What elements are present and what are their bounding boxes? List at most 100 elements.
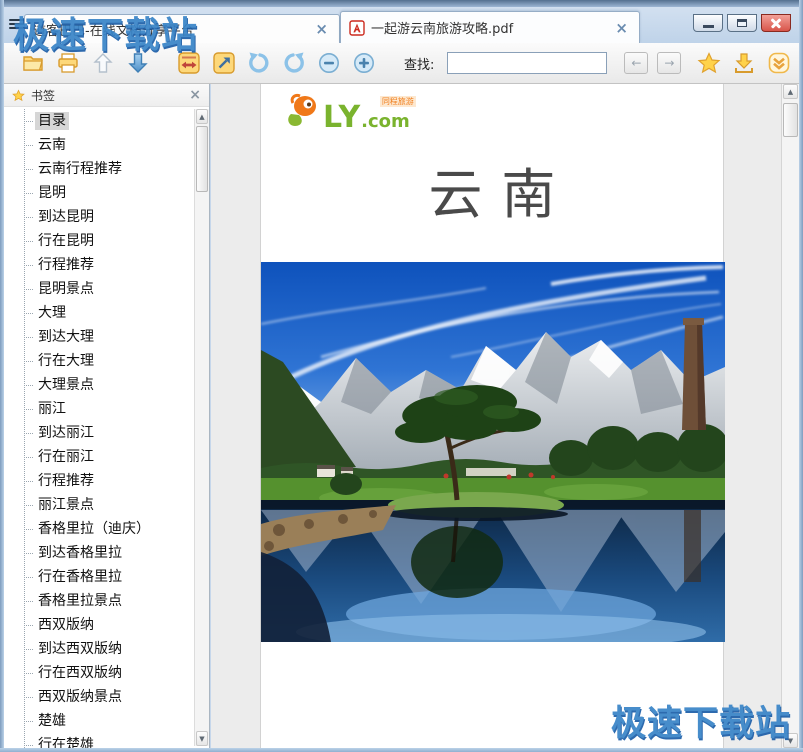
- close-button[interactable]: [761, 14, 791, 32]
- bookmark-label: 到达西双版纳: [35, 640, 125, 658]
- rotate-right-button[interactable]: [281, 50, 307, 76]
- document-scrollbar[interactable]: ▲ ▼: [781, 84, 799, 748]
- logo-brand: LY: [323, 104, 361, 131]
- bookmark-label: 西双版纳: [35, 616, 97, 634]
- bookmark-item[interactable]: 香格里拉（迪庆）: [4, 517, 193, 541]
- bookmark-label: 行在楚雄: [35, 736, 97, 748]
- tab-pdf-active[interactable]: 一起游云南旅游攻略.pdf ×: [340, 11, 640, 43]
- tab-close-icon[interactable]: ×: [312, 20, 331, 38]
- triangle-down-icon: ▼: [788, 737, 793, 745]
- logo-text: LY .com 同程旅游: [323, 94, 410, 131]
- bookmark-item[interactable]: 到达大理: [4, 325, 193, 349]
- bookmark-label: 香格里拉（迪庆）: [35, 520, 153, 538]
- bookmark-label: 目录: [35, 112, 69, 130]
- toolbar: 查找: ← → 1 / 99: [4, 43, 799, 84]
- bookmark-label: 行在西双版纳: [35, 664, 125, 682]
- bookmark-label: 到达大理: [35, 328, 97, 346]
- fit-width-button[interactable]: [176, 50, 202, 76]
- bookmark-label: 云南: [35, 136, 69, 154]
- bookmark-item[interactable]: 云南行程推荐: [4, 157, 193, 181]
- tab-document-site[interactable]: 道客巴巴-在线文档分享平台 ×: [24, 14, 340, 43]
- bookmark-list: 目录云南云南行程推荐昆明到达昆明行在昆明行程推荐昆明景点大理到达大理行在大理大理…: [4, 109, 193, 748]
- double-chevron-down-icon: [767, 51, 791, 75]
- bookmark-item[interactable]: 行程推荐: [4, 469, 193, 493]
- logo-suffix: .com: [361, 113, 410, 131]
- favorite-button[interactable]: [696, 50, 722, 76]
- bookmark-item[interactable]: 楚雄: [4, 709, 193, 733]
- download-button[interactable]: [731, 50, 757, 76]
- bookmark-label: 昆明: [35, 184, 69, 202]
- bookmark-label: 丽江景点: [35, 496, 97, 514]
- restore-button[interactable]: [727, 14, 757, 32]
- lycom-logo: LY .com 同程旅游: [281, 93, 410, 131]
- bookmark-item[interactable]: 到达香格里拉: [4, 541, 193, 565]
- arrow-left-icon: ←: [631, 56, 641, 70]
- bookmark-label: 云南行程推荐: [35, 160, 125, 178]
- rotate-cw-icon: [282, 51, 306, 75]
- bookmark-item[interactable]: 丽江: [4, 397, 193, 421]
- bookmark-item[interactable]: 云南: [4, 133, 193, 157]
- folder-open-icon: [21, 51, 45, 75]
- bookmark-item[interactable]: 行在昆明: [4, 229, 193, 253]
- print-button[interactable]: [55, 50, 81, 76]
- fit-width-icon: [177, 51, 201, 75]
- tab-close-icon[interactable]: ×: [612, 19, 631, 37]
- bookmark-label: 丽江: [35, 400, 69, 418]
- menu-icon[interactable]: [9, 19, 25, 32]
- document-area: LY .com 同程旅游 云南: [211, 84, 781, 748]
- bookmark-label: 到达昆明: [35, 208, 97, 226]
- bookmarks-scrollbar[interactable]: ▲ ▼: [194, 109, 209, 746]
- bookmark-item[interactable]: 大理: [4, 301, 193, 325]
- find-label: 查找:: [404, 54, 434, 73]
- minimize-button[interactable]: [693, 14, 723, 32]
- bookmark-item[interactable]: 昆明景点: [4, 277, 193, 301]
- next-page-button[interactable]: [125, 50, 151, 76]
- bookmark-item[interactable]: 丽江景点: [4, 493, 193, 517]
- bookmark-label: 楚雄: [35, 712, 69, 730]
- zoom-in-button[interactable]: [351, 50, 377, 76]
- scroll-down-button[interactable]: ▼: [196, 731, 208, 746]
- bookmarks-panel-body: 目录云南云南行程推荐昆明到达昆明行在昆明行程推荐昆明景点大理到达大理行在大理大理…: [4, 107, 209, 748]
- bookmark-item[interactable]: 到达昆明: [4, 205, 193, 229]
- bookmark-item[interactable]: 目录: [4, 109, 193, 133]
- bookmark-item[interactable]: 行在大理: [4, 349, 193, 373]
- window-frame-bottom: [0, 748, 803, 752]
- more-tools-button[interactable]: [766, 50, 792, 76]
- find-previous-button[interactable]: ←: [624, 52, 648, 74]
- find-input[interactable]: [447, 52, 607, 74]
- minimize-icon: [703, 25, 714, 28]
- triangle-up-icon: ▲: [199, 113, 204, 121]
- zoom-out-button[interactable]: [316, 50, 342, 76]
- download-icon: [732, 51, 756, 75]
- fit-page-icon: [212, 51, 236, 75]
- plus-circle-icon: [352, 51, 376, 75]
- bookmark-item[interactable]: 行在楚雄: [4, 733, 193, 748]
- bookmark-item[interactable]: 行在丽江: [4, 445, 193, 469]
- previous-page-button[interactable]: [90, 50, 116, 76]
- scrollbar-thumb[interactable]: [196, 126, 208, 192]
- scroll-up-button[interactable]: ▲: [783, 84, 798, 99]
- find-next-button[interactable]: →: [657, 52, 681, 74]
- panel-close-icon[interactable]: ×: [189, 87, 201, 103]
- bookmark-item[interactable]: 到达西双版纳: [4, 637, 193, 661]
- bookmark-item[interactable]: 行程推荐: [4, 253, 193, 277]
- scroll-down-button[interactable]: ▼: [783, 733, 798, 748]
- bookmark-item[interactable]: 行在香格里拉: [4, 565, 193, 589]
- bookmark-item[interactable]: 大理景点: [4, 373, 193, 397]
- fit-page-button[interactable]: [211, 50, 237, 76]
- window-frame-top: [0, 0, 803, 7]
- bookmark-item[interactable]: 西双版纳: [4, 613, 193, 637]
- rotate-left-button[interactable]: [246, 50, 272, 76]
- bookmark-label: 香格里拉景点: [35, 592, 125, 610]
- bookmark-label: 行在香格里拉: [35, 568, 125, 586]
- scrollbar-thumb[interactable]: [783, 103, 798, 137]
- open-file-button[interactable]: [20, 50, 46, 76]
- bookmarks-panel: 书签 × 目录云南云南行程推荐昆明到达昆明行在昆明行程推荐昆明景点大理到达大理行…: [4, 84, 210, 748]
- bookmark-item[interactable]: 到达丽江: [4, 421, 193, 445]
- bookmark-item[interactable]: 昆明: [4, 181, 193, 205]
- bookmark-label: 昆明景点: [35, 280, 97, 298]
- bookmark-item[interactable]: 西双版纳景点: [4, 685, 193, 709]
- scroll-up-button[interactable]: ▲: [196, 109, 208, 124]
- bookmark-item[interactable]: 香格里拉景点: [4, 589, 193, 613]
- bookmark-item[interactable]: 行在西双版纳: [4, 661, 193, 685]
